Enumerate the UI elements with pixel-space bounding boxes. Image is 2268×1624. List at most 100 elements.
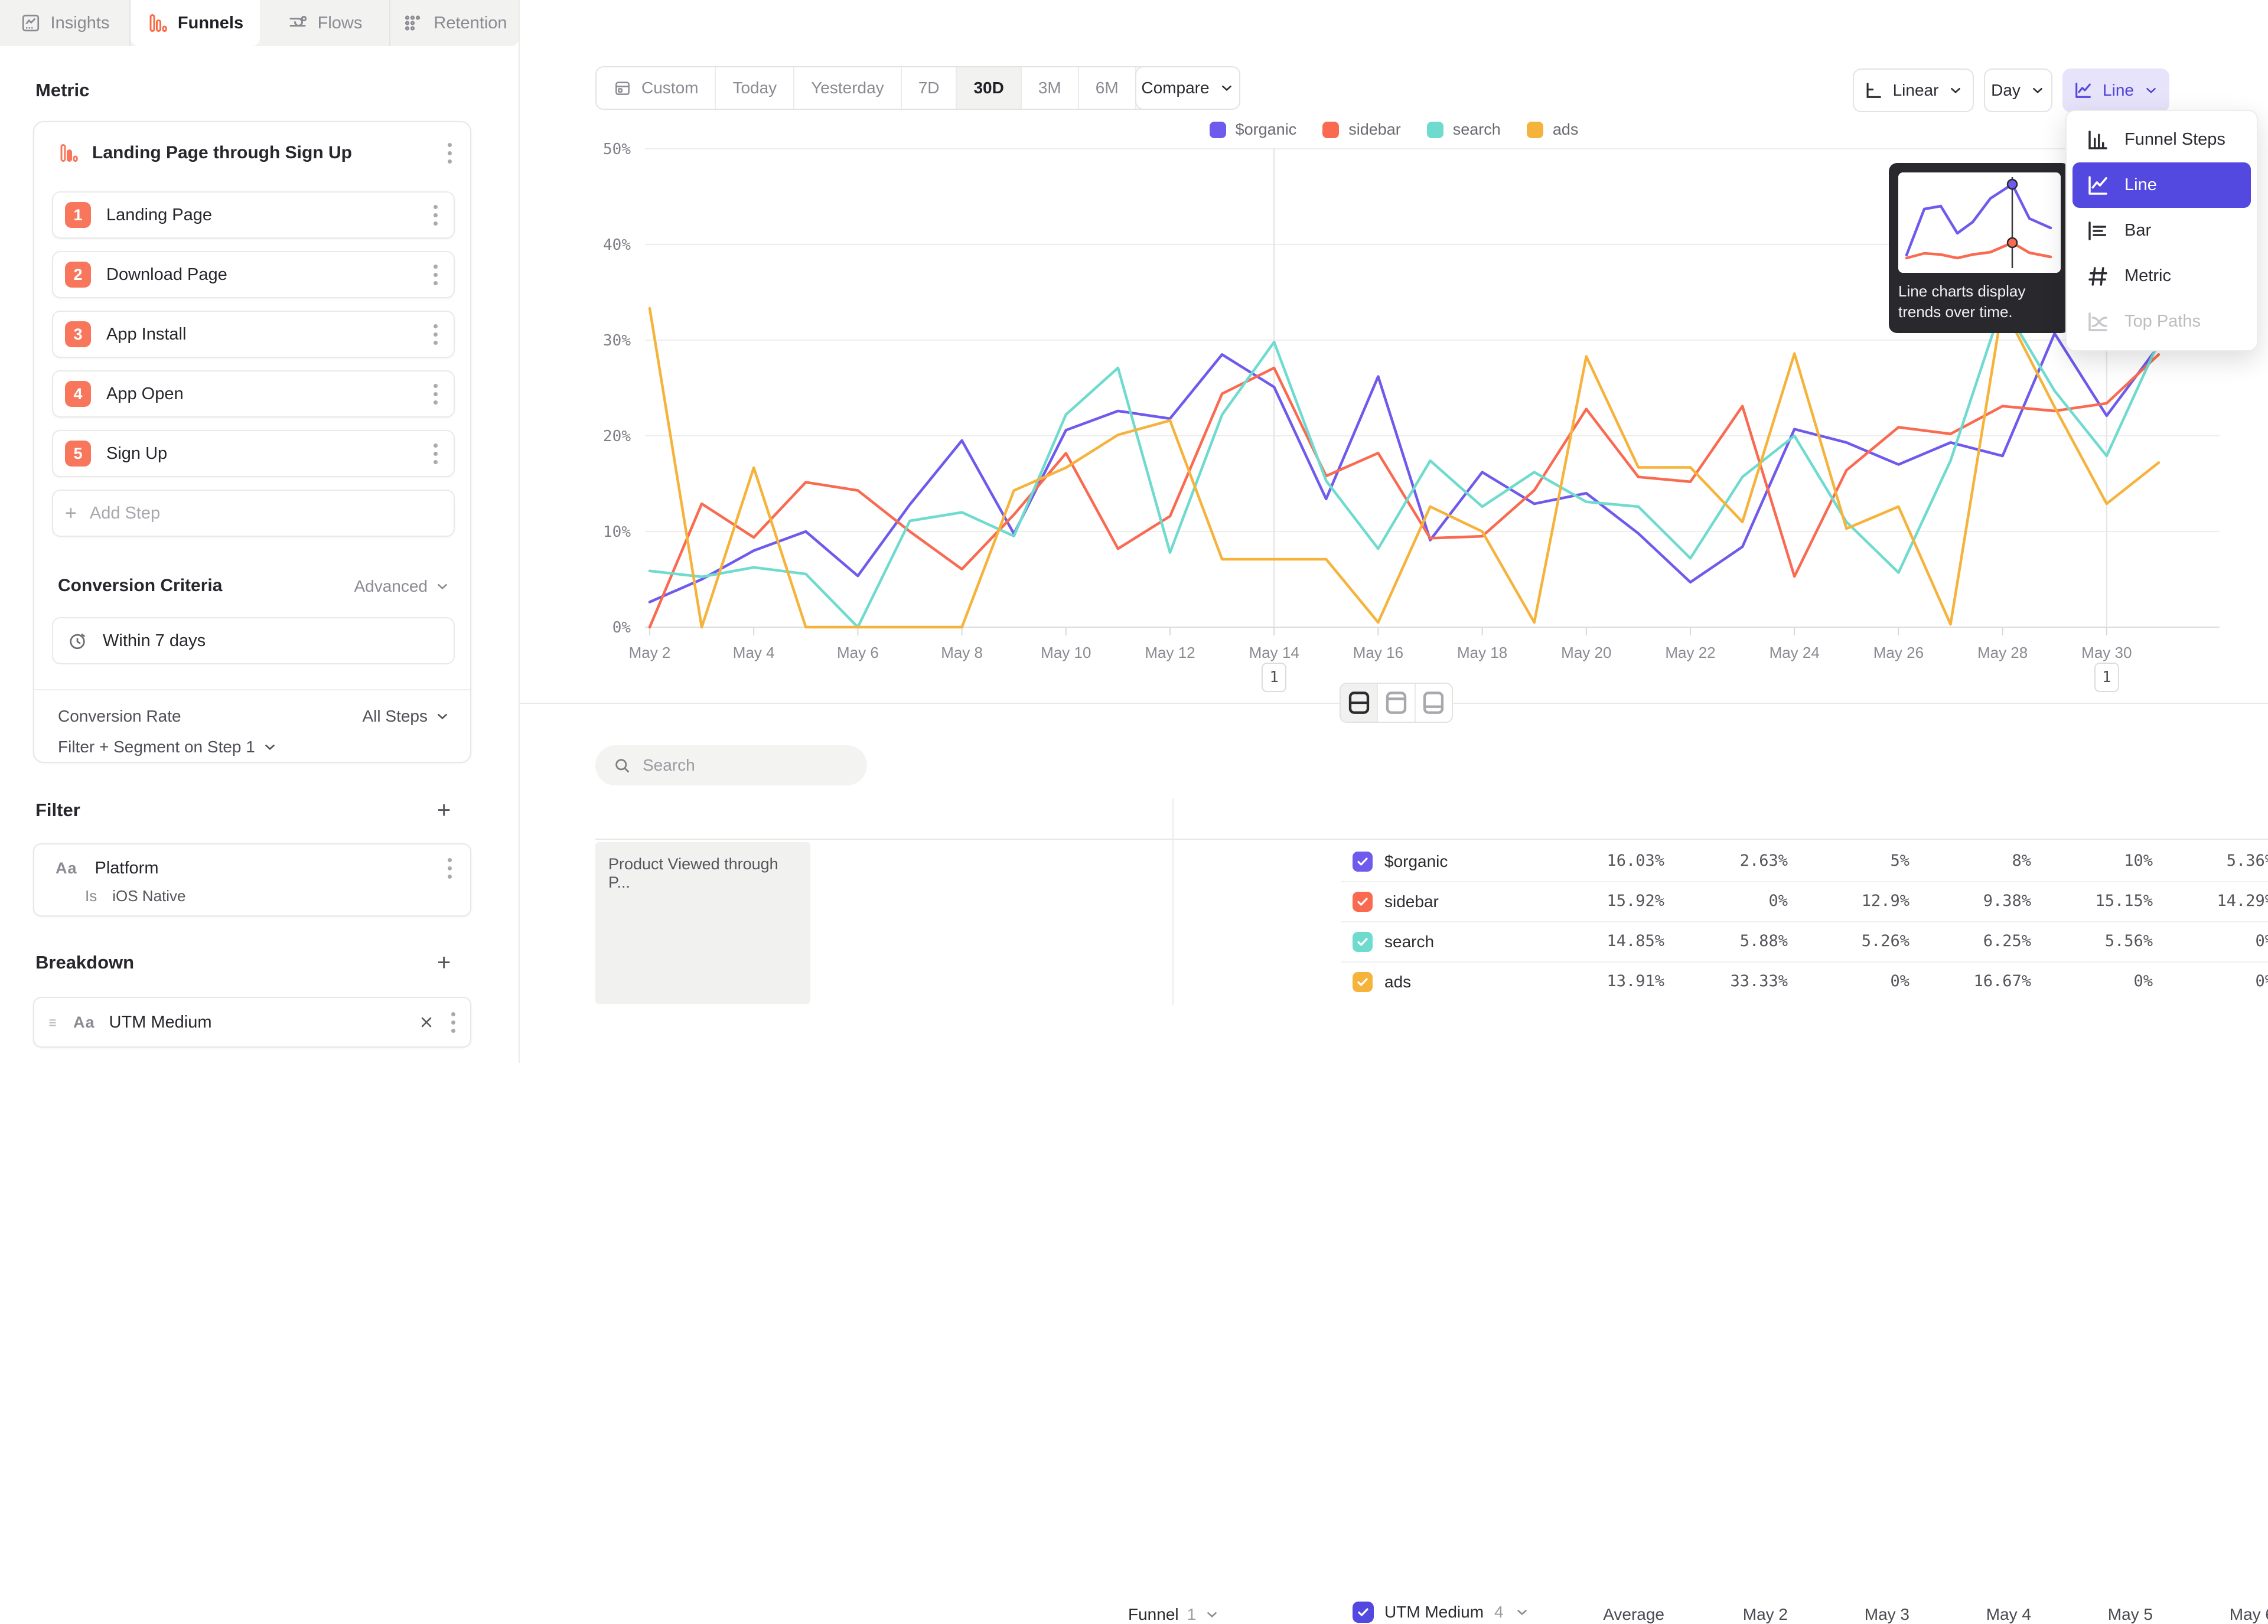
tab-flows[interactable]: Flows [260, 0, 390, 46]
series-checkbox[interactable] [1353, 852, 1373, 872]
layout-split-vertical-button[interactable] [1378, 684, 1415, 722]
kebab-menu-icon[interactable] [445, 855, 454, 881]
chart-type-label: Line [2103, 81, 2134, 100]
series-checkbox[interactable] [1353, 972, 1373, 992]
kebab-menu-icon[interactable] [431, 202, 439, 228]
step-number-badge: 1 [65, 202, 91, 228]
series-line-search[interactable] [650, 304, 2159, 627]
string-type-icon: Aa [73, 1013, 95, 1032]
funnel-title: Landing Page through Sign Up [92, 143, 432, 163]
series-name: sidebar [1384, 892, 1439, 911]
funnel-column-dropdown[interactable]: Funnel 1 [1128, 1605, 1220, 1624]
tab-retention[interactable]: Retention [390, 0, 520, 46]
scale-label: Linear [1893, 81, 1939, 100]
menu-item-line[interactable]: Line [2073, 162, 2251, 208]
column-header[interactable]: May 4 [1909, 1605, 2031, 1624]
funnel-metric-header[interactable]: Landing Page through Sign Up [58, 136, 454, 169]
range-6m[interactable]: 6M [1079, 67, 1136, 109]
column-header[interactable]: May 5 [2031, 1605, 2153, 1624]
chevron-down-icon [2030, 83, 2045, 98]
funnel-step-row[interactable]: 3App Install [52, 311, 455, 358]
menu-item-metric[interactable]: Metric [2067, 253, 2257, 299]
funnel-step-row[interactable]: 5Sign Up [52, 430, 455, 477]
chart-type-menu: Funnel StepsLineBarMetricTop Paths [2065, 110, 2258, 351]
range-today[interactable]: Today [716, 67, 794, 109]
clock-icon [67, 631, 87, 651]
select-all-checkbox[interactable] [1353, 1602, 1374, 1623]
value-cell: 5.56% [2031, 932, 2153, 950]
column-header[interactable]: Average [1571, 1605, 1664, 1624]
series-line-ads[interactable] [650, 306, 2159, 627]
menu-item-funnel-steps[interactable]: Funnel Steps [2067, 117, 2257, 162]
layout-chart-only-button[interactable] [1416, 684, 1452, 722]
annotation-badge[interactable]: 1 [1262, 663, 1286, 692]
range-7d[interactable]: 7D [902, 67, 957, 109]
funnel-step-row[interactable]: 4App Open [52, 370, 455, 418]
value-cell: 0% [1666, 892, 1788, 910]
value-cell: 5.36% [2153, 852, 2268, 870]
add-step-button[interactable]: + Add Step [52, 490, 455, 537]
tab-label: Flows [318, 14, 363, 33]
kebab-menu-icon[interactable] [431, 441, 439, 467]
funnel-step-row[interactable]: 2Download Page [52, 251, 455, 298]
line-type-tooltip: Line charts display trends over time. [1889, 163, 2070, 333]
conversion-window-pill[interactable]: Within 7 days [52, 617, 455, 664]
advanced-dropdown[interactable]: Advanced [354, 577, 450, 596]
kebab-menu-icon[interactable] [445, 140, 454, 166]
range-3m[interactable]: 3M [1022, 67, 1079, 109]
module-tabbar: Insights Funnels Flows Retention [0, 0, 520, 46]
filter-value[interactable]: iOS Native [112, 887, 185, 905]
value-cell: 6.25% [1909, 932, 2031, 950]
annotation-badge[interactable]: 1 [2094, 663, 2119, 692]
kebab-menu-icon[interactable] [431, 321, 439, 347]
insights-icon [20, 12, 41, 34]
series-checkbox[interactable] [1353, 892, 1373, 912]
range-yesterday[interactable]: Yesterday [794, 67, 902, 109]
remove-breakdown-icon[interactable] [418, 1014, 435, 1031]
range-30d[interactable]: 30D [957, 67, 1021, 109]
tab-label: Funnels [178, 14, 243, 33]
interval-dropdown[interactable]: Day [1984, 69, 2052, 112]
value-cell: 0% [2153, 972, 2268, 990]
value-cell: 16.03% [1571, 852, 1664, 870]
menu-item-label: Line [2124, 175, 2157, 195]
range-custom[interactable]: Custom [597, 67, 716, 109]
kebab-menu-icon[interactable] [431, 262, 439, 288]
funnel-column-label: Funnel [1128, 1605, 1179, 1624]
drag-handle-icon[interactable] [46, 1016, 59, 1029]
filter-operator[interactable]: Is [85, 887, 97, 905]
step-number-badge: 2 [65, 262, 91, 288]
table-header-border [595, 839, 2268, 840]
value-cell: 14.29% [2153, 892, 2268, 910]
funnel-step-row[interactable]: 1Landing Page [52, 191, 455, 239]
layout-split-horizontal-button[interactable] [1341, 684, 1378, 722]
chevron-down-icon [1219, 80, 1234, 96]
filter-property[interactable]: Platform [95, 859, 428, 878]
series-name: $organic [1384, 852, 1448, 871]
scale-dropdown[interactable]: Linear [1853, 69, 1974, 112]
filter-segment-dropdown[interactable]: Filter + Segment on Step 1 [58, 738, 278, 756]
compare-button[interactable]: Compare [1135, 66, 1240, 110]
kebab-menu-icon[interactable] [431, 381, 439, 407]
column-header[interactable]: May 3 [1788, 1605, 1909, 1624]
step-label: App Install [106, 325, 416, 344]
tab-insights[interactable]: Insights [0, 0, 131, 46]
search-input[interactable] [643, 756, 849, 775]
series-checkbox[interactable] [1353, 932, 1373, 952]
breakdown-property[interactable]: UTM Medium [109, 1013, 404, 1032]
string-type-icon: Aa [56, 859, 77, 878]
menu-item-bar[interactable]: Bar [2067, 208, 2257, 253]
all-steps-dropdown[interactable]: All Steps [363, 707, 451, 726]
kebab-menu-icon[interactable] [449, 1009, 457, 1035]
metric-card: Landing Page through Sign Up 1Landing Pa… [33, 121, 471, 763]
chart-type-dropdown[interactable]: Line [2062, 69, 2169, 112]
funnels-icon [147, 12, 168, 34]
column-header[interactable]: May 6 [2153, 1605, 2268, 1624]
range-label: Today [732, 79, 777, 97]
bar-icon [2085, 219, 2110, 243]
value-cell: 0% [2153, 932, 2268, 950]
breakdown-column-dropdown[interactable]: UTM Medium 4 [1353, 1602, 1530, 1623]
column-header[interactable]: May 2 [1666, 1605, 1788, 1624]
tab-funnels[interactable]: Funnels [131, 0, 260, 46]
search-icon [613, 756, 631, 774]
